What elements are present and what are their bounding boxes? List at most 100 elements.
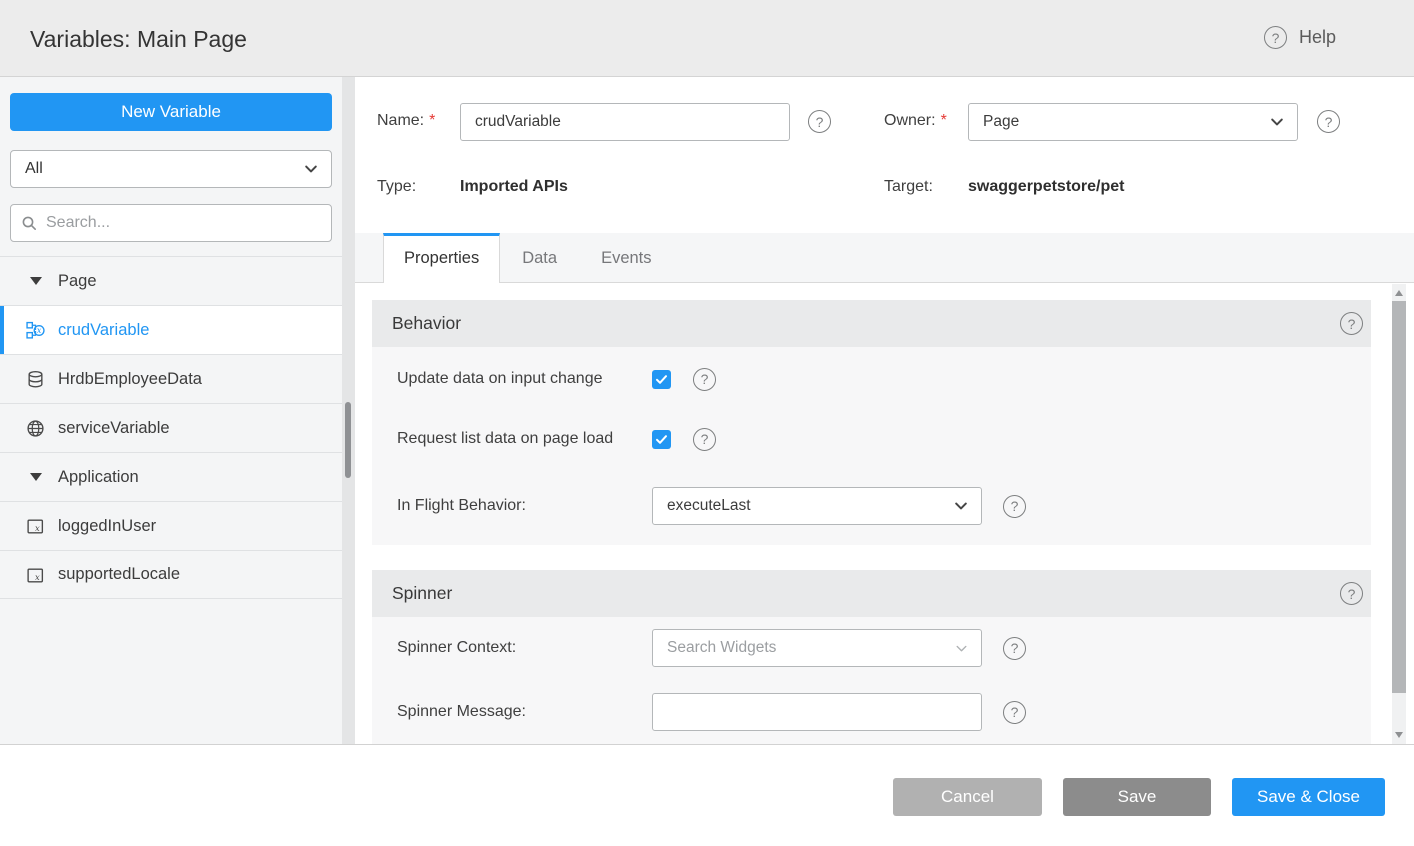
page-title: Variables: Main Page <box>30 26 247 53</box>
section-title: Spinner <box>392 583 452 604</box>
collapse-triangle-icon <box>30 473 42 481</box>
tab-events[interactable]: Events <box>579 233 673 283</box>
name-input[interactable] <box>460 103 790 141</box>
chevron-down-icon <box>303 161 319 177</box>
spinner-context-row: Spinner Context: Search Widgets <box>397 629 1347 667</box>
properties-tab-content: Behavior Update data on input change Req… <box>355 283 1414 744</box>
save-and-close-button[interactable]: Save & Close <box>1232 778 1385 816</box>
in-flight-select-value: executeLast <box>667 497 751 515</box>
target-label: Target: <box>884 178 933 196</box>
variable-item-supportedlocale[interactable]: x supportedLocale <box>0 550 342 599</box>
variable-item-loggedinuser[interactable]: x loggedInUser <box>0 501 342 550</box>
owner-label: Owner:* <box>884 112 947 130</box>
spinner-message-label: Spinner Message: <box>397 703 652 721</box>
help-label: Help <box>1299 27 1336 48</box>
type-label: Type: <box>377 178 416 196</box>
in-flight-select[interactable]: executeLast <box>652 487 982 525</box>
spinner-context-placeholder: Search Widgets <box>667 639 776 657</box>
search-icon <box>21 215 38 232</box>
section-title: Behavior <box>392 313 461 334</box>
svg-text:x: x <box>35 523 40 533</box>
in-flight-row: In Flight Behavior: executeLast <box>397 487 1347 525</box>
spinner-section-header: Spinner <box>372 570 1371 617</box>
content-scrollbar-thumb[interactable] <box>1392 301 1406 693</box>
help-button[interactable]: Help <box>1264 26 1336 49</box>
globe-icon <box>26 419 45 438</box>
variable-item-hrdbemployeedata[interactable]: HrdbEmployeeData <box>0 354 342 403</box>
update-data-checkbox[interactable] <box>652 370 671 389</box>
variable-label: supportedLocale <box>58 565 180 584</box>
variables-dialog: Variables: Main Page Help New Variable A… <box>0 0 1414 846</box>
required-marker: * <box>429 112 435 129</box>
variable-label: crudVariable <box>58 321 149 340</box>
tab-data[interactable]: Data <box>500 233 579 283</box>
variable-group-page[interactable]: Page <box>0 256 342 305</box>
svg-text:x: x <box>37 326 42 335</box>
group-label: Application <box>58 468 139 487</box>
spinner-section: Spinner Spinner Context: Search Widgets <box>372 570 1371 744</box>
behavior-section-body: Update data on input change Request list… <box>372 347 1371 545</box>
save-button[interactable]: Save <box>1063 778 1211 816</box>
spinner-message-help-icon[interactable] <box>1003 701 1026 724</box>
content-scrollbar[interactable] <box>1392 284 1406 744</box>
behavior-help-icon[interactable] <box>1340 312 1363 335</box>
svg-text:x: x <box>35 572 40 582</box>
update-data-row: Update data on input change <box>397 367 1347 391</box>
help-icon <box>1264 26 1287 49</box>
crud-variable-icon: x <box>26 321 45 340</box>
variable-filter-value: All <box>25 160 43 178</box>
behavior-section: Behavior Update data on input change Req… <box>372 300 1371 545</box>
variable-group-application[interactable]: Application <box>0 452 342 501</box>
request-list-checkbox[interactable] <box>652 430 671 449</box>
type-value: Imported APIs <box>460 178 568 196</box>
sidebar-scrollbar-thumb[interactable] <box>345 402 351 478</box>
scroll-up-arrow-icon[interactable] <box>1395 290 1403 296</box>
variables-sidebar: New Variable All Page x crudVariable <box>0 77 342 744</box>
variable-editor-panel: Name:* Owner:* Page Type: Imported APIs … <box>355 77 1414 744</box>
group-label: Page <box>58 272 97 291</box>
spinner-context-label: Spinner Context: <box>397 639 652 657</box>
chevron-down-icon <box>1269 114 1285 130</box>
chevron-down-icon <box>953 498 969 514</box>
owner-select-value: Page <box>983 113 1019 131</box>
variable-label: loggedInUser <box>58 517 156 536</box>
owner-select[interactable]: Page <box>968 103 1298 141</box>
spinner-context-select[interactable]: Search Widgets <box>652 629 982 667</box>
spinner-context-help-icon[interactable] <box>1003 637 1026 660</box>
name-help-icon[interactable] <box>808 110 831 133</box>
variable-label: HrdbEmployeeData <box>58 370 202 389</box>
request-list-row: Request list data on page load <box>397 427 1347 451</box>
name-label: Name:* <box>377 112 435 130</box>
tab-properties[interactable]: Properties <box>383 233 500 284</box>
dialog-header: Variables: Main Page Help <box>0 0 1414 77</box>
variable-summary-form: Name:* Owner:* Page Type: Imported APIs … <box>355 77 1414 233</box>
scroll-down-arrow-icon[interactable] <box>1395 732 1403 738</box>
variable-icon: x <box>26 566 45 585</box>
behavior-section-header: Behavior <box>372 300 1371 347</box>
spinner-message-row: Spinner Message: <box>397 693 1347 731</box>
variable-item-crudvariable[interactable]: x crudVariable <box>0 305 342 354</box>
request-list-label: Request list data on page load <box>397 430 652 448</box>
in-flight-help-icon[interactable] <box>1003 495 1026 518</box>
variable-search[interactable] <box>10 204 332 242</box>
spinner-section-body: Spinner Context: Search Widgets Spinner … <box>372 617 1371 744</box>
search-input[interactable] <box>46 214 321 232</box>
editor-tabs: Properties Data Events <box>355 233 1414 283</box>
chevron-down-icon <box>954 641 969 656</box>
new-variable-button[interactable]: New Variable <box>10 93 332 131</box>
target-value: swaggerpetstore/pet <box>968 178 1124 196</box>
update-data-label: Update data on input change <box>397 370 652 388</box>
sidebar-scrollbar[interactable] <box>342 77 355 744</box>
database-icon <box>26 370 45 389</box>
cancel-button[interactable]: Cancel <box>893 778 1042 816</box>
variable-filter-select[interactable]: All <box>10 150 332 188</box>
required-marker: * <box>941 112 947 129</box>
update-data-help-icon[interactable] <box>693 368 716 391</box>
spinner-message-input[interactable] <box>652 693 982 731</box>
variable-item-servicevariable[interactable]: serviceVariable <box>0 403 342 452</box>
owner-help-icon[interactable] <box>1317 110 1340 133</box>
request-list-help-icon[interactable] <box>693 428 716 451</box>
spinner-help-icon[interactable] <box>1340 582 1363 605</box>
variable-list: Page x crudVariable HrdbEmployeeData ser… <box>0 256 342 599</box>
variable-icon: x <box>26 517 45 536</box>
